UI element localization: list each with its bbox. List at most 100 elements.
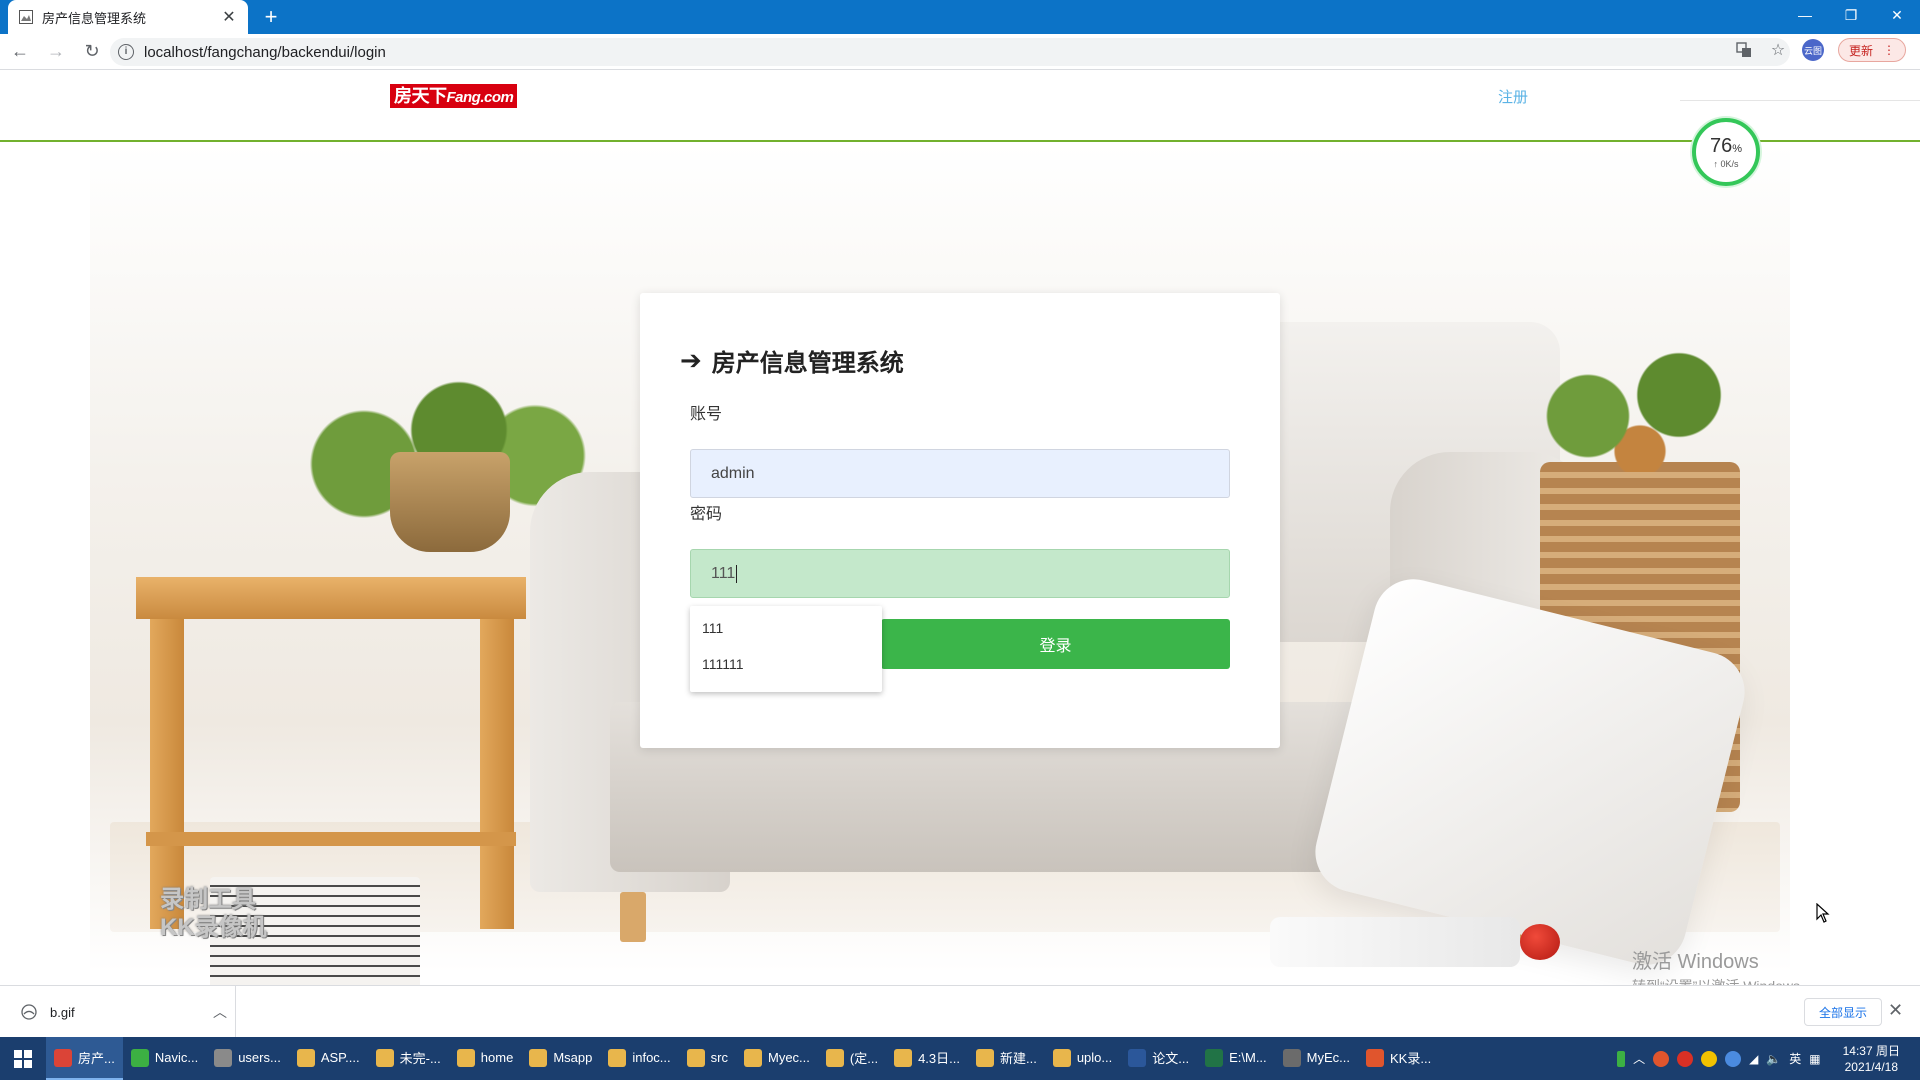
app-icon <box>1128 1048 1147 1067</box>
tab-close-icon[interactable]: ✕ <box>220 7 238 27</box>
forward-arrow-icon[interactable]: → <box>40 36 72 68</box>
taskbar-app-item[interactable]: Navic... <box>123 1037 206 1080</box>
translate-icon[interactable] <box>1734 40 1754 60</box>
tab-title: 房产信息管理系统 <box>42 10 147 26</box>
taskbar-app-item[interactable]: KK录... <box>1358 1037 1439 1080</box>
app-tray-icon[interactable] <box>1677 1050 1694 1067</box>
toolbar-actions: ☆ 云图 更新 ⋮ <box>1734 38 1906 62</box>
recorder-watermark: 录制工具 KK录像机 <box>160 886 267 942</box>
app-tray-icon[interactable] <box>1725 1050 1742 1067</box>
app-tray-icon[interactable] <box>1701 1050 1718 1067</box>
taskbar-app-item[interactable]: ASP.... <box>289 1037 368 1080</box>
mouse-cursor-icon <box>1816 903 1830 923</box>
login-button[interactable]: 登录 <box>881 619 1230 669</box>
activation-subtitle: 转到“设置”以激活 Windows。 <box>1632 976 1814 985</box>
window-controls: — ❐ ✕ <box>1782 0 1920 30</box>
keyboard-icon[interactable]: ▦ <box>1809 1052 1820 1066</box>
taskbar-app-label: KK录... <box>1390 1051 1432 1066</box>
app-icon <box>214 1048 233 1067</box>
show-all-downloads-button[interactable]: 全部显示 <box>1804 998 1883 1026</box>
new-tab-plus-icon[interactable]: + <box>258 4 284 30</box>
image-file-icon <box>20 1003 38 1021</box>
taskbar-clock[interactable]: 14:37 周日 2021/4/18 <box>1843 1043 1900 1075</box>
taskbar-app-label: users... <box>238 1050 281 1065</box>
login-arrow-icon: ➔ <box>680 345 702 375</box>
app-icon <box>375 1048 394 1067</box>
app-icon <box>608 1048 627 1067</box>
taskbar-app-label: MyEc... <box>1306 1050 1350 1065</box>
autocomplete-option[interactable]: 111 <box>690 616 882 652</box>
taskbar-apps: 房产... Navic... users... ASP.... 未完-... home Ms… <box>46 1037 1439 1080</box>
taskbar-app-item[interactable]: users... <box>206 1037 289 1080</box>
taskbar-app-label: src <box>710 1050 728 1065</box>
restore-icon[interactable]: ❐ <box>1828 0 1874 30</box>
taskbar-app-item[interactable]: home <box>449 1037 522 1080</box>
register-link[interactable]: 注册 <box>1498 86 1528 107</box>
ime-indicator[interactable]: 英 <box>1789 1050 1801 1067</box>
taskbar-app-label: Navic... <box>154 1050 199 1065</box>
taskbar-app-item[interactable]: E:\M... <box>1197 1037 1275 1080</box>
taskbar-app-item[interactable]: 新建... <box>968 1037 1045 1080</box>
app-tray-icon[interactable] <box>1653 1050 1670 1067</box>
taskbar-app-item[interactable]: 房产... <box>46 1037 123 1080</box>
taskbar-app-item[interactable]: Myec... <box>736 1037 818 1080</box>
taskbar-app-item[interactable]: 论文... <box>1120 1037 1197 1080</box>
password-input[interactable]: 111 <box>690 549 1230 598</box>
app-icon <box>54 1048 72 1067</box>
close-window-icon[interactable]: ✕ <box>1874 0 1920 30</box>
app-icon <box>825 1048 844 1067</box>
taskbar-app-item[interactable]: infoc... <box>600 1037 678 1080</box>
taskbar-app-item[interactable]: uplo... <box>1045 1037 1120 1080</box>
network-icon[interactable]: ◢ <box>1749 1052 1758 1066</box>
update-button[interactable]: 更新 ⋮ <box>1837 38 1906 62</box>
taskbar-app-item[interactable]: MyEc... <box>1275 1037 1358 1080</box>
taskbar-app-label: Msapp <box>553 1050 593 1065</box>
taskbar-app-label: 房产... <box>78 1051 115 1066</box>
taskbar-app-item[interactable]: 未完-... <box>368 1037 449 1080</box>
taskbar-app-item[interactable]: (定... <box>818 1037 886 1080</box>
account-value: admin <box>711 464 755 482</box>
app-icon <box>894 1048 913 1067</box>
taskbar-app-item[interactable]: 4.3日... <box>886 1037 968 1080</box>
watermark-line1: 录制工具 <box>160 886 256 913</box>
taskbar-app-item[interactable]: Msapp <box>521 1037 600 1080</box>
close-download-bar-icon[interactable]: ✕ <box>1888 1000 1903 1021</box>
minimize-icon[interactable]: — <box>1782 0 1828 30</box>
menu-kebab-icon: ⋮ <box>1883 43 1895 57</box>
volume-icon[interactable]: 🔈 <box>1766 1052 1781 1066</box>
network-speed-widget[interactable]: 76% ↑ 0K/s <box>1692 118 1760 186</box>
speed-percent: 76% <box>1709 134 1743 157</box>
app-icon <box>1052 1048 1071 1067</box>
download-file-name: b.gif <box>50 1004 75 1020</box>
download-item[interactable]: b.gif ︿ <box>10 986 236 1038</box>
profile-avatar[interactable]: 云图 <box>1801 39 1824 61</box>
login-title-text: 房产信息管理系统 <box>711 350 904 377</box>
taskbar-app-label: ASP.... <box>320 1050 360 1065</box>
logo-text: 房天下 <box>394 86 447 106</box>
taskbar-app-label: infoc... <box>632 1050 671 1065</box>
app-icon <box>456 1048 475 1067</box>
site-logo[interactable]: 房天下Fang.com <box>390 84 518 108</box>
text-caret <box>736 564 738 583</box>
battery-icon[interactable] <box>1617 1050 1626 1067</box>
reload-icon[interactable]: ↻ <box>76 36 108 68</box>
browser-tab[interactable]: 房产信息管理系统 ✕ <box>8 0 248 34</box>
password-label: 密码 <box>690 506 723 523</box>
back-arrow-icon[interactable]: ← <box>4 36 36 68</box>
taskbar-app-label: Myec... <box>767 1050 810 1065</box>
chevron-up-icon[interactable]: ︿ <box>205 1002 235 1022</box>
bookmark-star-icon[interactable]: ☆ <box>1768 40 1788 60</box>
taskbar-app-item[interactable]: src <box>679 1037 736 1080</box>
account-input[interactable]: admin <box>690 449 1230 498</box>
activation-title: 激活 Windows <box>1632 951 1759 973</box>
taskbar-app-label: 未完-... <box>399 1051 441 1066</box>
app-icon <box>1366 1048 1384 1067</box>
taskbar-app-label: 新建... <box>999 1051 1037 1066</box>
windows-start-icon[interactable] <box>0 1037 46 1080</box>
site-info-icon[interactable]: i <box>118 44 134 60</box>
download-bar: b.gif ︿ 全部显示 ✕ <box>0 985 1920 1038</box>
address-bar[interactable]: i localhost/fangchang/backendui/login <box>110 38 1790 66</box>
tray-expand-icon[interactable]: ︿ <box>1633 1050 1645 1067</box>
header-divider <box>1680 100 1920 101</box>
autocomplete-option[interactable]: 111111 <box>690 652 882 688</box>
